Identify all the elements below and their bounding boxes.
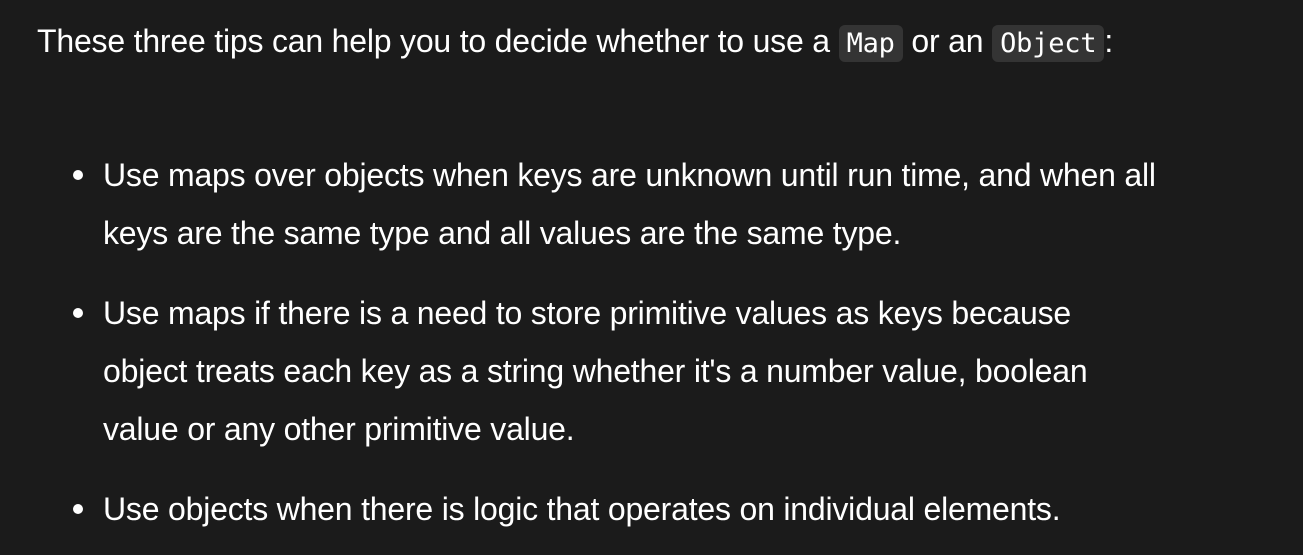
bullet-icon bbox=[73, 504, 83, 514]
intro-text-before: These three tips can help you to decide … bbox=[37, 23, 839, 59]
document-content: These three tips can help you to decide … bbox=[0, 0, 1303, 555]
tip-line: value or any other primitive value. bbox=[103, 411, 575, 447]
list-item: Use maps if there is a need to store pri… bbox=[37, 284, 1303, 458]
tip-line: keys are the same type and all values ar… bbox=[103, 215, 902, 251]
intro-text-after: : bbox=[1104, 23, 1114, 59]
list-item: Use objects when there is logic that ope… bbox=[37, 480, 1303, 538]
tip-line: Use objects when there is logic that ope… bbox=[103, 491, 1061, 527]
intro-paragraph: These three tips can help you to decide … bbox=[37, 14, 1303, 71]
tip-line: object treats each key as a string wheth… bbox=[103, 353, 1088, 389]
intro-text-middle: or an bbox=[902, 23, 993, 59]
inline-code-object: Object bbox=[992, 25, 1105, 62]
tip-line: Use maps if there is a need to store pri… bbox=[103, 295, 1071, 331]
bullet-icon bbox=[73, 308, 83, 318]
tips-list: Use maps over objects when keys are unkn… bbox=[37, 146, 1303, 538]
bullet-icon bbox=[73, 170, 83, 180]
list-item: Use maps over objects when keys are unkn… bbox=[37, 146, 1303, 262]
tip-line: Use maps over objects when keys are unkn… bbox=[103, 157, 1156, 193]
inline-code-map: Map bbox=[838, 25, 903, 62]
